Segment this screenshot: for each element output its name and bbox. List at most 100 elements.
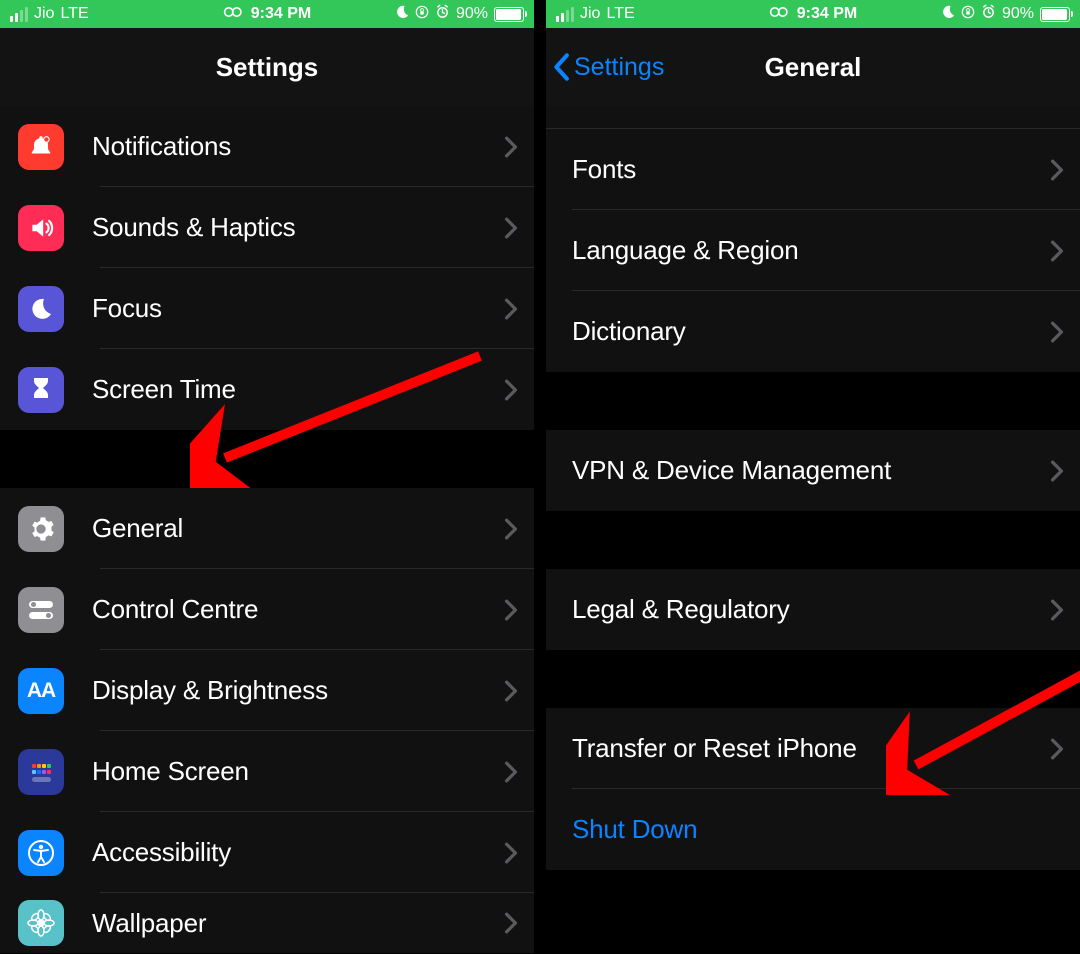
general-group-1: Fonts Language & Region Dictionary [546,129,1080,372]
general-group-3: Legal & Regulatory [546,569,1080,650]
row-general[interactable]: General [0,488,534,569]
clipped-row [546,106,1080,129]
carrier-label: Jio [34,5,54,23]
network-label: LTE [606,5,634,23]
row-transfer-reset[interactable]: Transfer or Reset iPhone [546,708,1080,789]
carrier-label: Jio [580,5,600,23]
row-display-brightness[interactable]: AA Display & Brightness [0,650,534,731]
nav-header: Settings General [546,28,1080,106]
clock-label: 9:34 PM [797,5,857,23]
chevron-right-icon [1050,159,1064,181]
row-shut-down[interactable]: Shut Down [546,789,1080,870]
alarm-icon [981,4,996,24]
moon-icon [941,5,955,24]
row-wallpaper[interactable]: Wallpaper [0,893,534,953]
back-button[interactable]: Settings [546,53,664,82]
row-dictionary[interactable]: Dictionary [546,291,1080,372]
network-label: LTE [60,5,88,23]
row-sounds-haptics[interactable]: Sounds & Haptics [0,187,534,268]
section-gap [0,430,534,488]
chevron-right-icon [504,217,518,239]
settings-section-2: General Control Centre AA Display & Brig… [0,488,534,953]
row-label: Display & Brightness [92,675,504,706]
moon-icon [395,5,409,24]
status-bar: Jio LTE 9:34 PM 90% [546,0,1080,28]
row-label: VPN & Device Management [572,455,1050,486]
row-label: Accessibility [92,837,504,868]
page-title: Settings [0,52,534,83]
chevron-right-icon [1050,738,1064,760]
row-label: Control Centre [92,594,504,625]
chevron-right-icon [504,136,518,158]
chevron-right-icon [504,912,518,934]
row-accessibility[interactable]: Accessibility [0,812,534,893]
chevron-right-icon [504,761,518,783]
row-language-region[interactable]: Language & Region [546,210,1080,291]
chevron-left-icon [552,53,570,81]
lock-icon [961,5,975,24]
speaker-icon [18,205,64,251]
phone-right-general: Jio LTE 9:34 PM 90% [544,0,1080,954]
flower-icon [18,900,64,946]
signal-bars-icon [556,7,574,22]
row-label: Sounds & Haptics [92,212,504,243]
row-home-screen[interactable]: Home Screen [0,731,534,812]
row-label: General [92,513,504,544]
chevron-right-icon [504,842,518,864]
moon-icon [18,286,64,332]
accessibility-icon [18,830,64,876]
chevron-right-icon [504,680,518,702]
row-label: Home Screen [92,756,504,787]
row-label: Screen Time [92,374,504,405]
toggles-icon [18,587,64,633]
section-gap [546,372,1080,430]
general-group-2: VPN & Device Management [546,430,1080,511]
row-notifications[interactable]: Notifications [0,106,534,187]
clock-label: 9:34 PM [251,5,311,23]
section-gap [546,650,1080,708]
chevron-right-icon [1050,240,1064,262]
row-vpn-device-management[interactable]: VPN & Device Management [546,430,1080,511]
chevron-right-icon [504,518,518,540]
chevron-right-icon [1050,599,1064,621]
back-label: Settings [574,53,664,82]
phone-left-settings: Jio LTE 9:34 PM 90% [0,0,534,954]
alarm-icon [435,4,450,24]
row-screen-time[interactable]: Screen Time [0,349,534,430]
hourglass-icon [18,367,64,413]
hotspot-icon [769,5,789,23]
row-focus[interactable]: Focus [0,268,534,349]
gear-icon [18,506,64,552]
row-label: Legal & Regulatory [572,594,1050,625]
row-label: Notifications [92,131,504,162]
battery-icon [494,7,524,22]
settings-section-1: Notifications Sounds & Haptics Focus [0,106,534,430]
row-label: Shut Down [572,814,1064,845]
signal-bars-icon [10,7,28,22]
nav-header: Settings [0,28,534,106]
row-label: Dictionary [572,316,1050,347]
row-label: Language & Region [572,235,1050,266]
row-label: Focus [92,293,504,324]
row-legal-regulatory[interactable]: Legal & Regulatory [546,569,1080,650]
lock-icon [415,5,429,24]
section-gap [546,870,1080,954]
row-fonts[interactable]: Fonts [546,129,1080,210]
chevron-right-icon [504,379,518,401]
battery-pct-label: 90% [456,5,488,23]
row-control-centre[interactable]: Control Centre [0,569,534,650]
battery-pct-label: 90% [1002,5,1034,23]
chevron-right-icon [504,298,518,320]
app-grid-icon [18,749,64,795]
bell-icon [18,124,64,170]
hotspot-icon [223,5,243,23]
row-label: Wallpaper [92,908,504,939]
section-gap [546,511,1080,569]
battery-icon [1040,7,1070,22]
status-bar: Jio LTE 9:34 PM 90% [0,0,534,28]
aa-icon: AA [18,668,64,714]
general-group-4: Transfer or Reset iPhone Shut Down [546,708,1080,870]
row-label: Fonts [572,154,1050,185]
chevron-right-icon [1050,460,1064,482]
chevron-right-icon [1050,321,1064,343]
